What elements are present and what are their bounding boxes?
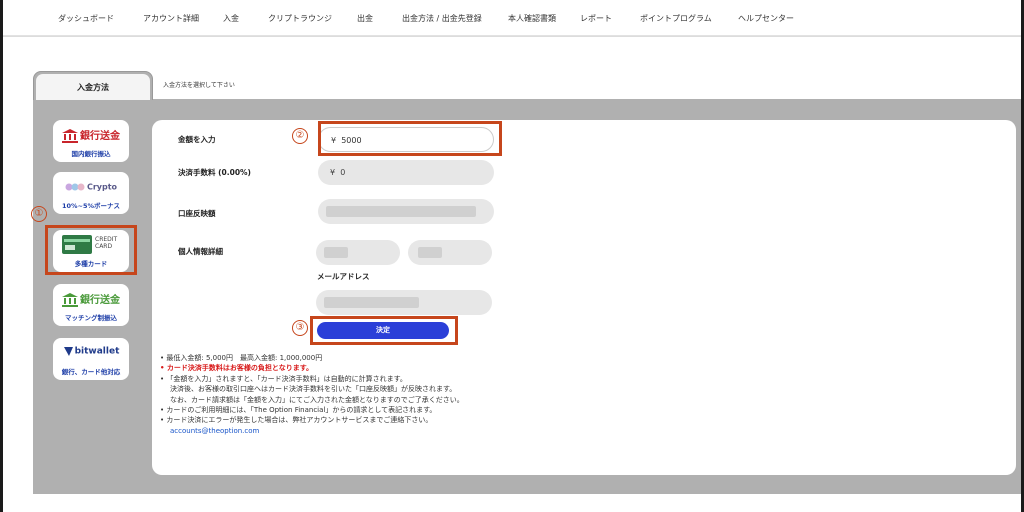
nav-point-program[interactable]: ポイントプログラム — [640, 13, 712, 24]
note-error-contact: • カード決済にエラーが発生した場合は、弊社アカウントサービスまでご連絡下さい。 — [160, 416, 433, 425]
nav-withdraw[interactable]: 出金 — [357, 13, 373, 24]
method-crypto[interactable]: Crypto 10%~5%ボーナス — [53, 172, 129, 214]
method-crypto-title: Crypto — [53, 181, 129, 193]
callout-box-1 — [45, 225, 137, 275]
method-bitwallet-label: bitwallet — [74, 346, 120, 357]
nav-account-details[interactable]: アカウント詳細 — [143, 13, 199, 24]
redacted-value — [324, 297, 419, 308]
support-email-link[interactable]: accounts@theoption.com — [160, 426, 464, 436]
method-bank-matching[interactable]: 銀行送金 マッチング制振込 — [53, 284, 129, 326]
callout-number-1: ① — [31, 206, 47, 222]
amount-label: 金額を入力 — [178, 135, 216, 144]
callout-number-2: ② — [292, 128, 308, 144]
callout-box-3 — [310, 316, 458, 345]
crypto-icon — [65, 183, 85, 191]
note-limits-text: 最低入金額: 5,000円 最高入金額: 1,000,000円 — [166, 354, 323, 362]
note-billing: なお、カード請求額は「金額を入力」にてご入力された金額となりますのでご了承くださ… — [170, 395, 464, 404]
note-limits: • 最低入金額: 5,000円 最高入金額: 1,000,000円 — [160, 354, 323, 362]
email-field[interactable] — [316, 290, 492, 315]
redacted-value — [418, 247, 442, 258]
method-bank-transfer-label: 銀行送金 — [80, 131, 120, 142]
fee-value: 0 — [340, 168, 346, 177]
email-label: メールアドレス — [317, 272, 370, 281]
bank-icon — [62, 293, 78, 307]
top-navigation: ダッシュボード アカウント詳細 入金 クリプトラウンジ 出金 出金方法 / 出金… — [3, 0, 1021, 36]
nav-reports[interactable]: レポート — [580, 13, 612, 24]
note-error-contact-text: カード決済にエラーが発生した場合は、弊社アカウントサービスまでご連絡下さい。 — [166, 416, 433, 425]
method-bank-matching-sub: マッチング制振込 — [65, 314, 117, 322]
bitwallet-icon — [63, 347, 73, 356]
tab-deposit-method-label: 入金方法 — [36, 74, 150, 100]
tab-deposit-method[interactable]: 入金方法 — [33, 71, 153, 100]
note-statement: • カードのご利用明細には、「The Option Financial」からの請… — [160, 406, 437, 415]
method-bank-matching-label: 銀行送金 — [80, 295, 120, 306]
note-auto-calc-text: 「金額を入力」されますと、「カード決済手数料」は自動的に計算されます。 — [166, 374, 407, 383]
method-crypto-sub: 10%~5%ボーナス — [61, 202, 121, 210]
callout-box-2 — [318, 121, 502, 156]
reflect-amount-field — [318, 199, 494, 224]
note-auto-calc: • 「金額を入力」されますと、「カード決済手数料」は自動的に計算されます。 — [160, 374, 407, 383]
note-fee-warning-text: カード決済手数料はお客様の負担となります。 — [166, 364, 314, 373]
redacted-value — [326, 206, 476, 217]
reflect-amount-label: 口座反映額 — [178, 209, 216, 218]
personal-info-label: 個人情報詳細 — [178, 247, 223, 256]
tab-hint-text: 入金方法を選択して下さい — [163, 82, 235, 89]
nav-help-center[interactable]: ヘルプセンター — [738, 13, 794, 24]
method-bitwallet[interactable]: bitwallet 銀行、カード他対応 — [53, 338, 129, 380]
method-bank-transfer-sub: 国内銀行振込 — [71, 150, 111, 158]
note-reflect: 決済後、お客様の取引口座へはカード決済手数料を引いた「口座反映額」が反映されます… — [170, 385, 457, 394]
callout-number-3: ③ — [292, 320, 308, 336]
method-bank-transfer-title: 銀行送金 — [53, 127, 129, 143]
nav-withdraw-methods[interactable]: 出金方法 / 出金先登録 — [402, 13, 482, 24]
deposit-notes: • 最低入金額: 5,000円 最高入金額: 1,000,000円 • カード決… — [160, 353, 464, 436]
fee-currency: ¥ — [330, 168, 336, 177]
fee-label: 決済手数料 (0.00%) — [178, 168, 251, 177]
nav-identity-documents[interactable]: 本人確認書類 — [508, 13, 556, 24]
fee-field: ¥ 0 — [318, 160, 494, 185]
note-fee-warning: • カード決済手数料はお客様の負担となります。 — [160, 364, 314, 373]
method-crypto-label: Crypto — [86, 182, 118, 192]
nav-deposit[interactable]: 入金 — [223, 13, 239, 24]
method-bitwallet-title: bitwallet — [53, 345, 129, 357]
first-name-field[interactable] — [316, 240, 400, 265]
nav-dashboard[interactable]: ダッシュボード — [58, 13, 114, 24]
method-bank-transfer[interactable]: 銀行送金 国内銀行振込 — [53, 120, 129, 162]
nav-crypto-lounge[interactable]: クリプトラウンジ — [268, 13, 332, 24]
method-bank-matching-title: 銀行送金 — [53, 291, 129, 307]
last-name-field[interactable] — [408, 240, 492, 265]
redacted-value — [324, 247, 348, 258]
note-statement-text: カードのご利用明細には、「The Option Financial」からの請求と… — [166, 406, 437, 415]
bank-icon — [62, 129, 78, 143]
method-bitwallet-sub: 銀行、カード他対応 — [61, 368, 121, 376]
